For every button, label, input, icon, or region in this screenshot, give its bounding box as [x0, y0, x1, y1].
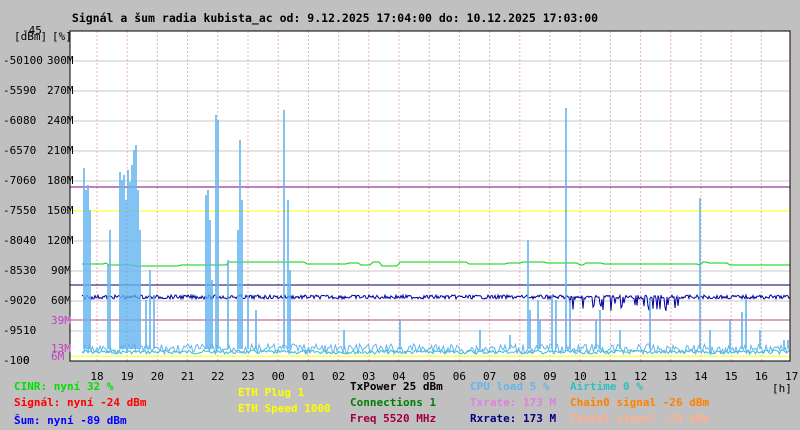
y-tick-pct: 10 — [23, 324, 37, 337]
x-tick-label: 21 — [181, 370, 194, 383]
x-tick-label: 15 — [725, 370, 738, 383]
legend-item: Txrate: 173 M — [470, 396, 557, 409]
y-tick-pct: 80 — [23, 114, 37, 127]
legend-item: ETH Plug 1 — [238, 386, 305, 399]
y-tick-dbm: -50 — [3, 54, 23, 67]
y-tick-dbm: -80 — [3, 234, 23, 247]
x-axis-unit: [h] — [772, 382, 792, 395]
y-tick-rate: 90M — [51, 264, 71, 277]
y-tick-dbm: -65 — [3, 144, 23, 157]
y-tick-rate: 6M — [51, 350, 65, 363]
y-tick-rate: 270M — [47, 84, 74, 97]
legend-item: Šum: nyní -89 dBm — [14, 414, 127, 427]
y-tick-pct: 90 — [23, 84, 37, 97]
x-tick-label: 22 — [211, 370, 224, 383]
x-tick-label: 23 — [241, 370, 254, 383]
legend-item: Signál: nyní -24 dBm — [14, 396, 147, 409]
legend-item: CPU load 5 % — [470, 380, 550, 393]
y-tick-pct: 20 — [23, 294, 37, 307]
y-tick-rate: 150M — [47, 204, 74, 217]
y-axis-unit-pct: [%] — [52, 30, 72, 43]
y-tick-rate: 120M — [47, 234, 74, 247]
y-tick-rate: 240M — [47, 114, 74, 127]
y-tick-rate: 210M — [47, 144, 74, 157]
y-tick-dbm: -70 — [3, 174, 23, 187]
x-tick-label: 02 — [332, 370, 345, 383]
signal-noise-chart: 18 19 20 21 22 23 00 01 02 03 04 05 06 07 08 09 10 11 12 13… — [69, 30, 798, 395]
y-tick-pct: 100 — [23, 54, 43, 67]
legend-item: Chain1 signal -29 dBm — [570, 412, 710, 425]
y-tick-rate: 60M — [51, 294, 71, 307]
legend-item: CINR: nyní 32 % — [14, 380, 114, 393]
y-tick-dbm: -55 — [3, 84, 23, 97]
y-tick-dbm: -95 — [3, 324, 23, 337]
y-tick-pct: 0 — [23, 354, 30, 367]
y-tick-pct: 70 — [23, 144, 37, 157]
y-tick-dbm: -85 — [3, 264, 23, 277]
x-tick-label: 19 — [121, 370, 134, 383]
y-tick-rate: 39M — [51, 314, 71, 327]
legend-item: Airtime 0 % — [570, 380, 643, 393]
plot-area — [70, 31, 790, 361]
x-tick-label: 14 — [694, 370, 708, 383]
legend-item: Chain0 signal -26 dBm — [570, 396, 710, 409]
y-tick-pct: 40 — [23, 234, 37, 247]
y-tick-dbm: -75 — [3, 204, 23, 217]
y-tick-dbm: -45 — [22, 24, 42, 37]
legend-item: Freq 5520 MHz — [350, 412, 437, 425]
y-tick-rate: 180M — [47, 174, 74, 187]
y-tick-pct: 60 — [23, 174, 37, 187]
x-tick-label: 01 — [302, 370, 315, 383]
y-tick-dbm: -90 — [3, 294, 23, 307]
legend-item: Rxrate: 173 M — [470, 412, 557, 425]
legend-item: TxPower 25 dBm — [350, 380, 443, 393]
legend-item: ETH Speed 1000 — [238, 402, 331, 415]
y-tick-pct: 30 — [23, 264, 37, 277]
x-tick-label: 16 — [755, 370, 768, 383]
x-tick-label: 20 — [151, 370, 164, 383]
x-tick-label: 00 — [272, 370, 285, 383]
legend-item: Connections 1 — [350, 396, 437, 409]
y-tick-rate: 300M — [47, 54, 74, 67]
y-tick-dbm: -60 — [3, 114, 23, 127]
y-tick-pct: 50 — [23, 204, 37, 217]
x-tick-label: 06 — [453, 370, 466, 383]
x-tick-label: 13 — [664, 370, 677, 383]
